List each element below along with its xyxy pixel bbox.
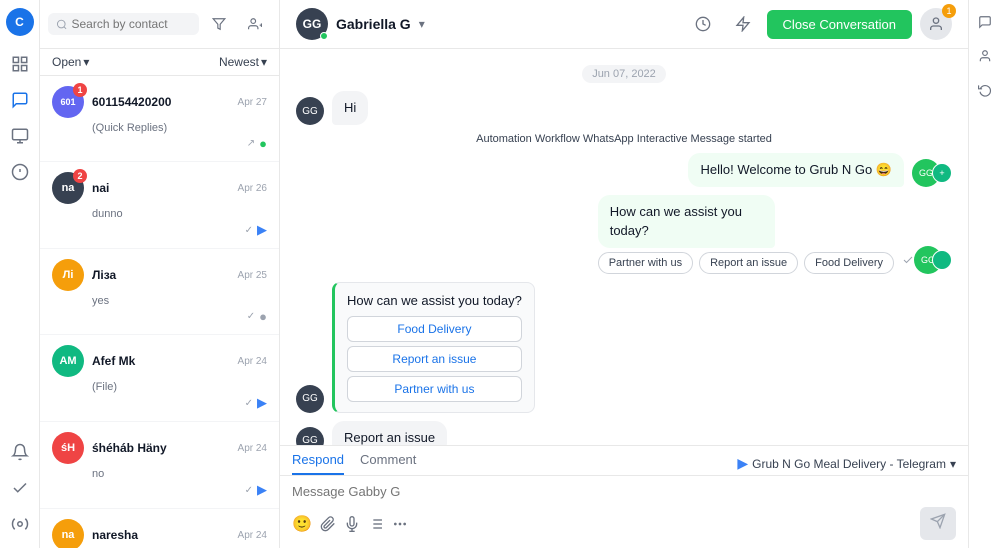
online-indicator: [320, 32, 328, 40]
footer-channel: ▶ Grub N Go Meal Delivery - Telegram ▾: [737, 452, 956, 475]
sidebar-search-bar: [40, 0, 279, 49]
read-checkmark-icon: ✓: [245, 485, 253, 496]
message-row: How can we assist you today? Partner wit…: [296, 195, 952, 273]
read-checkmark-icon: ✓: [247, 311, 255, 322]
nav-conversations-icon[interactable]: [4, 84, 36, 116]
channel-icon: ▶: [257, 222, 267, 238]
rp-person-icon[interactable]: [971, 42, 999, 70]
contact-message-avatar: GG: [296, 97, 324, 125]
close-conversation-button[interactable]: Close Conversation: [767, 10, 912, 39]
contact-name: Gabriella G: [336, 16, 411, 32]
channel-icon: ●: [259, 309, 267, 324]
system-message: Automation Workflow WhatsApp Interactive…: [476, 133, 772, 145]
channel-icon: ●: [259, 136, 267, 151]
avatar: Лі: [52, 259, 84, 291]
avatar: na 2: [52, 172, 84, 204]
avatar: na: [52, 519, 84, 548]
read-checkmark-icon: ✓: [245, 398, 253, 409]
right-panel: [968, 0, 1000, 548]
card-btn-food[interactable]: Food Delivery: [347, 316, 522, 342]
search-icon: [56, 18, 68, 31]
message-bubble: How can we assist you today?: [598, 195, 776, 247]
rp-refresh-icon[interactable]: [971, 76, 999, 104]
nav-settings-icon[interactable]: [4, 508, 36, 540]
contact-message-avatar: GG: [296, 427, 324, 445]
more-icon[interactable]: [392, 516, 408, 532]
message-input[interactable]: [292, 484, 956, 499]
message-bubble: Hello! Welcome to Grub N Go 😄: [688, 153, 904, 187]
nav-check-icon[interactable]: [4, 472, 36, 504]
nav-home-icon[interactable]: [4, 48, 36, 80]
open-filter-btn[interactable]: Open ▾: [52, 55, 89, 69]
tab-respond[interactable]: Respond: [292, 452, 344, 475]
chat-body: Jun 07, 2022 GG Hi Automation Workflow W…: [280, 49, 968, 445]
conversation-list: 601 1 601154420200 Apr 27 (Quick Replies…: [40, 76, 279, 548]
card-btn-report[interactable]: Report an issue: [347, 346, 522, 372]
message-row: GG Report an issue: [296, 421, 952, 445]
message-row: GG How can we assist you today? Food Del…: [296, 282, 952, 413]
search-input-wrap[interactable]: [48, 13, 199, 35]
avatar: śH: [52, 432, 84, 464]
read-receipt-icon: [902, 254, 914, 266]
contact-avatar: GG: [296, 8, 328, 40]
avatar: 601 1: [52, 86, 84, 118]
sidebar-filters: Open ▾ Newest ▾: [40, 49, 279, 76]
read-checkmark-icon: ✓: [245, 225, 253, 236]
list-icon[interactable]: [368, 516, 384, 532]
audio-icon[interactable]: [344, 516, 360, 532]
filter-icon[interactable]: [203, 8, 235, 40]
left-nav: C: [0, 0, 40, 548]
nav-contacts-icon[interactable]: [4, 120, 36, 152]
lightning-icon[interactable]: [727, 8, 759, 40]
message-row: GG Hi: [296, 91, 952, 125]
sidebar: Open ▾ Newest ▾ 601 1 601154420200 Apr 2…: [40, 0, 280, 548]
quick-reply-partner[interactable]: Partner with us: [598, 252, 693, 274]
interactive-card: How can we assist you today? Food Delive…: [332, 282, 535, 413]
list-item[interactable]: śH śhéháb Häny Apr 24 no ✓ ▶: [40, 422, 279, 509]
app-avatar[interactable]: C: [6, 8, 34, 36]
message-row: Hello! Welcome to Grub N Go 😄 GG +: [296, 153, 952, 187]
footer-actions: 🙂: [280, 507, 968, 548]
chat-header: GG Gabriella G ▾ Close Conversation 1: [280, 0, 968, 49]
nav-reports-icon[interactable]: [4, 156, 36, 188]
list-item[interactable]: 601 1 601154420200 Apr 27 (Quick Replies…: [40, 76, 279, 162]
list-item[interactable]: na naresha Apr 24 yes ✓ ▶: [40, 509, 279, 548]
telegram-icon: ▶: [737, 455, 748, 472]
contact-message-avatar: GG: [296, 385, 324, 413]
channel-chevron-icon[interactable]: ▾: [950, 457, 956, 471]
message-bubble: Hi: [332, 91, 368, 125]
list-item[interactable]: AM Afef Mk Apr 24 (File) ✓ ▶: [40, 335, 279, 422]
message-bubble: Report an issue: [332, 421, 447, 445]
sort-btn[interactable]: Newest ▾: [219, 55, 267, 69]
message-content: How can we assist you today? Partner wit…: [598, 195, 952, 273]
contact-chevron-icon[interactable]: ▾: [419, 17, 425, 31]
chat-footer: Respond Comment ▶ Grub N Go Meal Deliver…: [280, 445, 968, 548]
avatar: AM: [52, 345, 84, 377]
agent-avatar-group: GG +: [912, 159, 952, 187]
agent-avatar: 1: [920, 8, 952, 40]
quick-replies: Partner with us Report an issue Food Del…: [598, 252, 894, 274]
emoji-icon[interactable]: 🙂: [292, 514, 312, 534]
list-item[interactable]: na 2 nai Apr 26 dunno ✓ ▶: [40, 162, 279, 249]
footer-tabs: Respond Comment ▶ Grub N Go Meal Deliver…: [280, 446, 968, 476]
channel-icon: ▶: [257, 395, 267, 411]
add-conversation-icon[interactable]: [239, 8, 271, 40]
card-btn-partner[interactable]: Partner with us: [347, 376, 522, 402]
read-checkmark-icon: ↗: [247, 138, 255, 149]
chat-main: GG Gabriella G ▾ Close Conversation 1 Ju…: [280, 0, 968, 548]
quick-reply-report[interactable]: Report an issue: [699, 252, 798, 274]
attachment-icon[interactable]: [320, 516, 336, 532]
list-item[interactable]: Лі Ліза Apr 25 yes ✓ ●: [40, 249, 279, 335]
footer-input-area: [280, 476, 968, 507]
quick-reply-food[interactable]: Food Delivery: [804, 252, 894, 274]
date-divider: Jun 07, 2022: [582, 65, 666, 83]
nav-notifications-icon[interactable]: [4, 436, 36, 468]
rp-conversations-icon[interactable]: [971, 8, 999, 36]
send-button[interactable]: [920, 507, 956, 540]
channel-icon: ▶: [257, 482, 267, 498]
clock-icon[interactable]: [687, 8, 719, 40]
tab-comment[interactable]: Comment: [360, 452, 416, 475]
search-input[interactable]: [72, 17, 192, 31]
